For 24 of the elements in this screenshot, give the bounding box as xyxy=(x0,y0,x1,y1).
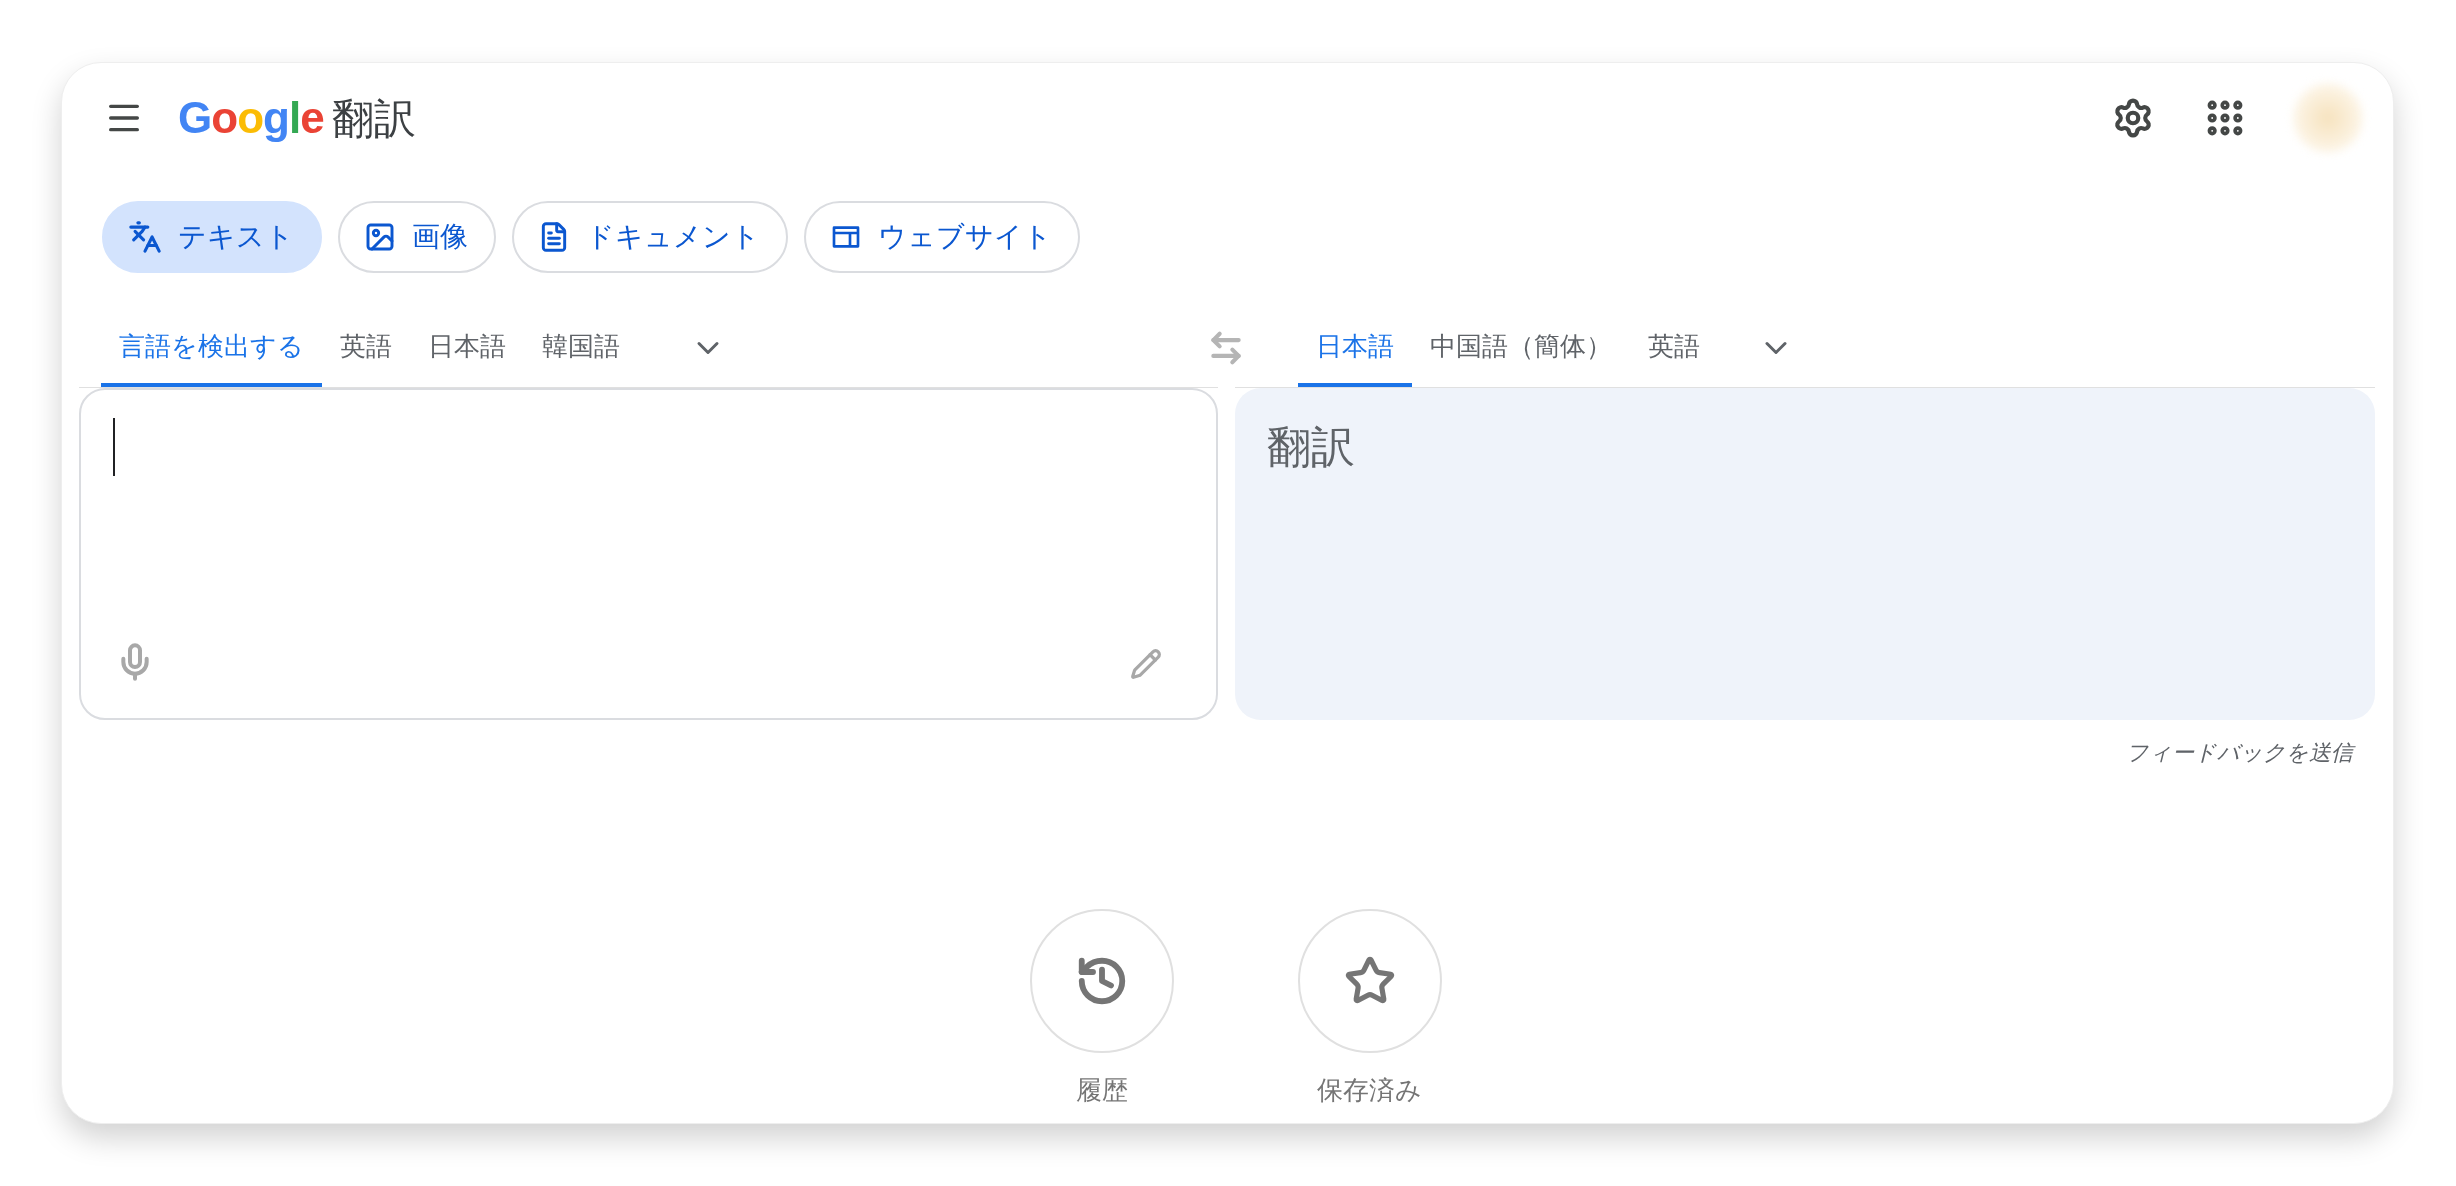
source-text-input[interactable] xyxy=(79,388,1218,720)
mode-chip[interactable]: 画像 xyxy=(338,201,496,273)
logo-wordmark: Google xyxy=(178,92,324,144)
app-title: 翻訳 xyxy=(331,93,416,144)
language-tab[interactable]: 英語 xyxy=(1630,309,1718,387)
mode-chip[interactable]: ドキュメント xyxy=(512,201,788,273)
mode-chip[interactable]: テキスト xyxy=(102,201,322,273)
mode-chip[interactable]: ウェブサイト xyxy=(804,201,1080,273)
language-tab[interactable]: 中国語（簡体） xyxy=(1412,309,1630,387)
language-tab[interactable]: 日本語 xyxy=(410,309,524,387)
language-tab[interactable]: 英語 xyxy=(322,309,410,387)
language-tab[interactable]: 言語を検出する xyxy=(101,309,322,387)
output-field[interactable]: 翻訳 xyxy=(1235,388,2375,720)
app-logo[interactable]: Google 翻訳 xyxy=(178,85,416,151)
settings-icon xyxy=(2112,97,2154,139)
image-icon xyxy=(364,221,396,253)
action-label: 保存済み xyxy=(1317,1074,1422,1107)
handwriting-button[interactable] xyxy=(1130,648,1162,680)
text-cursor xyxy=(113,418,115,476)
pencil-icon xyxy=(1130,648,1162,680)
output-placeholder: 翻訳 xyxy=(1267,422,1355,471)
language-tab[interactable]: 韓国語 xyxy=(524,309,638,387)
action-label: 履歴 xyxy=(1075,1074,1128,1107)
translate-icon xyxy=(128,220,162,254)
